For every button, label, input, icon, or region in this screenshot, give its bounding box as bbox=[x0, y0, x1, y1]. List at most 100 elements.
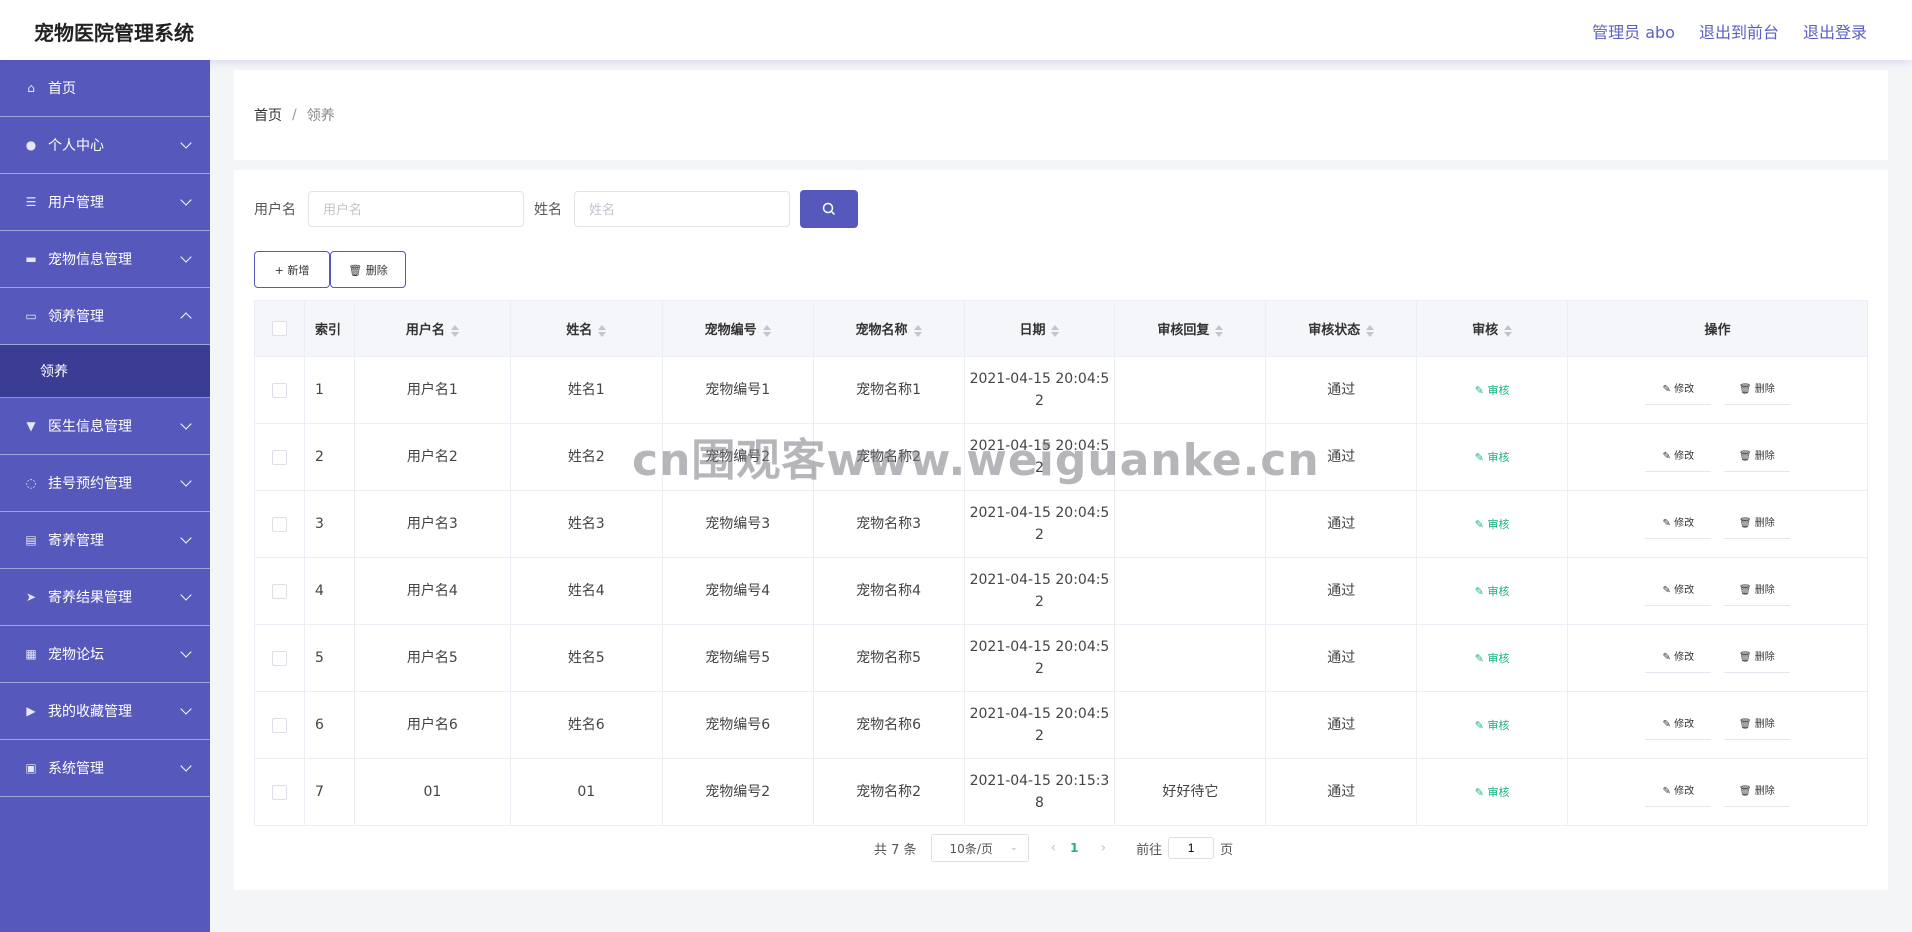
audit-button[interactable]: ✎ 审核 bbox=[1475, 652, 1510, 665]
audit-status-cell: 通过 bbox=[1265, 624, 1418, 692]
audit-status-cell: 通过 bbox=[1265, 691, 1418, 759]
row-checkbox[interactable] bbox=[271, 516, 287, 532]
sidebar-item-pet-info[interactable]: ▬ 宠物信息管理 bbox=[0, 231, 210, 288]
delete-button[interactable]: 🗑 删除 bbox=[1723, 510, 1790, 539]
delete-button[interactable]: 🗑 删除 bbox=[1723, 644, 1790, 673]
power-icon: ◌ bbox=[25, 476, 37, 490]
add-button[interactable]: + 新增 bbox=[254, 251, 330, 288]
page-size-select[interactable]: 10条/页 ⌄ bbox=[930, 834, 1029, 862]
sort-icon[interactable] bbox=[762, 324, 771, 337]
delete-button[interactable]: 🗑 删除 bbox=[1723, 376, 1790, 405]
goto-page-input[interactable] bbox=[1168, 837, 1215, 859]
sidebar-item-favorites[interactable]: ▶ 我的收藏管理 bbox=[0, 683, 210, 740]
sidebar-item-appointment[interactable]: ◌ 挂号预约管理 bbox=[0, 455, 210, 512]
audit-button[interactable]: ✎ 审核 bbox=[1475, 451, 1510, 464]
audit-button[interactable]: ✎ 审核 bbox=[1475, 384, 1510, 397]
prev-page-icon[interactable]: ‹ bbox=[1051, 840, 1057, 856]
batch-delete-button[interactable]: 🗑 删除 bbox=[330, 251, 406, 288]
row-checkbox[interactable] bbox=[271, 784, 287, 800]
audit-button[interactable]: ✎ 审核 bbox=[1475, 719, 1510, 732]
edit-pen-icon: ✎ bbox=[1474, 517, 1488, 531]
search-button[interactable] bbox=[800, 190, 858, 228]
chevron-down-icon bbox=[180, 418, 192, 430]
breadcrumb: 首页 / 领养 bbox=[234, 70, 1888, 160]
date-text-wrap: 2 bbox=[1035, 661, 1044, 677]
sort-icon[interactable] bbox=[1051, 324, 1060, 337]
name-search-input[interactable] bbox=[574, 191, 790, 227]
audit-button[interactable]: ✎ 审核 bbox=[1475, 585, 1510, 598]
audit-label: 审核 bbox=[1487, 651, 1510, 665]
sidebar-item-adoption-management[interactable]: ▭ 领养管理 bbox=[0, 288, 210, 345]
sidebar-item-home[interactable]: ⌂ 首页 bbox=[0, 60, 210, 117]
date-cell: 2021-04-15 20:15:3 8 bbox=[963, 758, 1116, 826]
row-checkbox[interactable] bbox=[271, 449, 287, 465]
column-header[interactable]: 用户名 bbox=[353, 300, 511, 357]
sidebar-item-forum[interactable]: ▦ 宠物论坛 bbox=[0, 626, 210, 683]
sidebar-item-label: 挂号预约管理 bbox=[48, 476, 132, 492]
row-checkbox[interactable] bbox=[271, 650, 287, 666]
logout-link[interactable]: 退出登录 bbox=[1803, 19, 1867, 43]
trash-icon: 🗑 bbox=[1738, 651, 1755, 663]
content-card: 用户名 姓名 + 新增 🗑 删除 索引 用 bbox=[234, 170, 1888, 890]
main-area: 首页 / 领养 用户名 姓名 + 新增 🗑 删除 bbox=[234, 60, 1888, 890]
sidebar-item-system[interactable]: ▣ 系统管理 bbox=[0, 740, 210, 797]
edit-button[interactable]: ✎ 修改 bbox=[1645, 577, 1712, 606]
sort-icon[interactable] bbox=[1215, 324, 1224, 337]
sidebar-item-label: 个人中心 bbox=[48, 138, 104, 154]
next-page-icon[interactable]: › bbox=[1101, 840, 1107, 856]
edit-button[interactable]: ✎ 修改 bbox=[1645, 376, 1712, 405]
username-search-input[interactable] bbox=[308, 191, 524, 227]
sort-icon[interactable] bbox=[1504, 324, 1513, 337]
sort-icon[interactable] bbox=[913, 324, 922, 337]
audit-button[interactable]: ✎ 审核 bbox=[1475, 786, 1510, 799]
sort-icon[interactable] bbox=[450, 324, 459, 337]
edit-button[interactable]: ✎ 修改 bbox=[1645, 711, 1712, 740]
select-all-checkbox[interactable] bbox=[271, 321, 287, 336]
list-icon: ☰ bbox=[25, 195, 37, 209]
name-cell: 01 bbox=[509, 758, 663, 826]
sort-icon[interactable] bbox=[598, 324, 607, 337]
sidebar-subitem-adoption[interactable]: 领养 bbox=[0, 345, 210, 398]
column-header[interactable]: 审核状态 bbox=[1265, 300, 1418, 357]
sidebar-item-doctor-info[interactable]: ▼ 医生信息管理 bbox=[0, 398, 210, 455]
page-number[interactable]: 1 bbox=[1070, 841, 1078, 855]
column-header[interactable]: 姓名 bbox=[509, 300, 663, 357]
column-header[interactable]: 宠物名称 bbox=[812, 300, 965, 357]
trash-icon: 🗑 bbox=[1738, 383, 1755, 395]
column-header[interactable]: 宠物编号 bbox=[661, 300, 814, 357]
sidebar-item-boarding-result[interactable]: ➤ 寄养结果管理 bbox=[0, 569, 210, 626]
row-checkbox[interactable] bbox=[271, 717, 287, 733]
sidebar-item-label: 领养管理 bbox=[48, 309, 104, 325]
sidebar-item-personal-center[interactable]: ● 个人中心 bbox=[0, 117, 210, 174]
edit-pen-icon: ✎ bbox=[1474, 450, 1488, 464]
delete-button[interactable]: 🗑 删除 bbox=[1723, 711, 1790, 740]
edit-button[interactable]: ✎ 修改 bbox=[1645, 644, 1712, 673]
breadcrumb-home[interactable]: 首页 bbox=[254, 105, 282, 125]
audit-button[interactable]: ✎ 审核 bbox=[1475, 518, 1510, 531]
username-cell: 用户名1 bbox=[353, 356, 511, 424]
audit-label: 审核 bbox=[1487, 785, 1510, 799]
operation-cell: ✎ 修改 🗑 删除 bbox=[1567, 624, 1868, 692]
column-header[interactable]: 日期 bbox=[963, 300, 1116, 357]
admin-user-link[interactable]: 管理员 abo bbox=[1592, 19, 1675, 43]
delete-button[interactable]: 🗑 删除 bbox=[1723, 778, 1790, 807]
sidebar-item-user-management[interactable]: ☰ 用户管理 bbox=[0, 174, 210, 231]
edit-button[interactable]: ✎ 修改 bbox=[1645, 510, 1712, 539]
edit-button[interactable]: ✎ 修改 bbox=[1645, 443, 1712, 472]
delete-button[interactable]: 🗑 删除 bbox=[1723, 577, 1790, 606]
column-header[interactable]: 审核 bbox=[1416, 300, 1569, 357]
row-checkbox[interactable] bbox=[271, 382, 287, 398]
edit-button[interactable]: ✎ 修改 bbox=[1645, 778, 1712, 807]
chevron-up-icon bbox=[180, 312, 192, 324]
audit-status-cell: 通过 bbox=[1265, 490, 1418, 558]
column-header[interactable]: 审核回复 bbox=[1114, 300, 1267, 357]
date-text-wrap: 2 bbox=[1035, 393, 1044, 409]
sort-icon[interactable] bbox=[1366, 324, 1375, 337]
exit-to-front-link[interactable]: 退出到前台 bbox=[1699, 19, 1779, 43]
edit-label: 修改 bbox=[1674, 383, 1695, 395]
delete-button[interactable]: 🗑 删除 bbox=[1723, 443, 1790, 472]
row-checkbox[interactable] bbox=[271, 583, 287, 599]
table-row: 4 用户名4 姓名4 宠物编号4 宠物名称4 2021-04-15 20:04:… bbox=[254, 557, 1868, 625]
edit-pen-icon: ✎ bbox=[1662, 450, 1675, 462]
sidebar-item-boarding[interactable]: ▤ 寄养管理 bbox=[0, 512, 210, 569]
